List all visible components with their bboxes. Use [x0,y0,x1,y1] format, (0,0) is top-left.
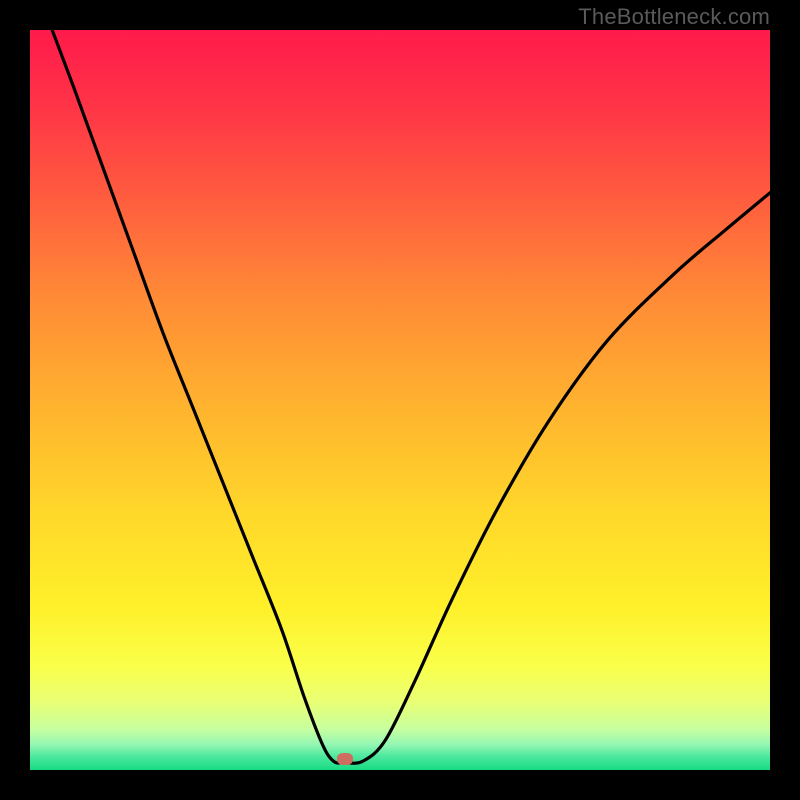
plot-area [30,30,770,770]
bottleneck-curve [30,30,770,770]
chart-frame: TheBottleneck.com [0,0,800,800]
optimal-point-marker [337,753,353,765]
watermark-text: TheBottleneck.com [578,4,770,30]
